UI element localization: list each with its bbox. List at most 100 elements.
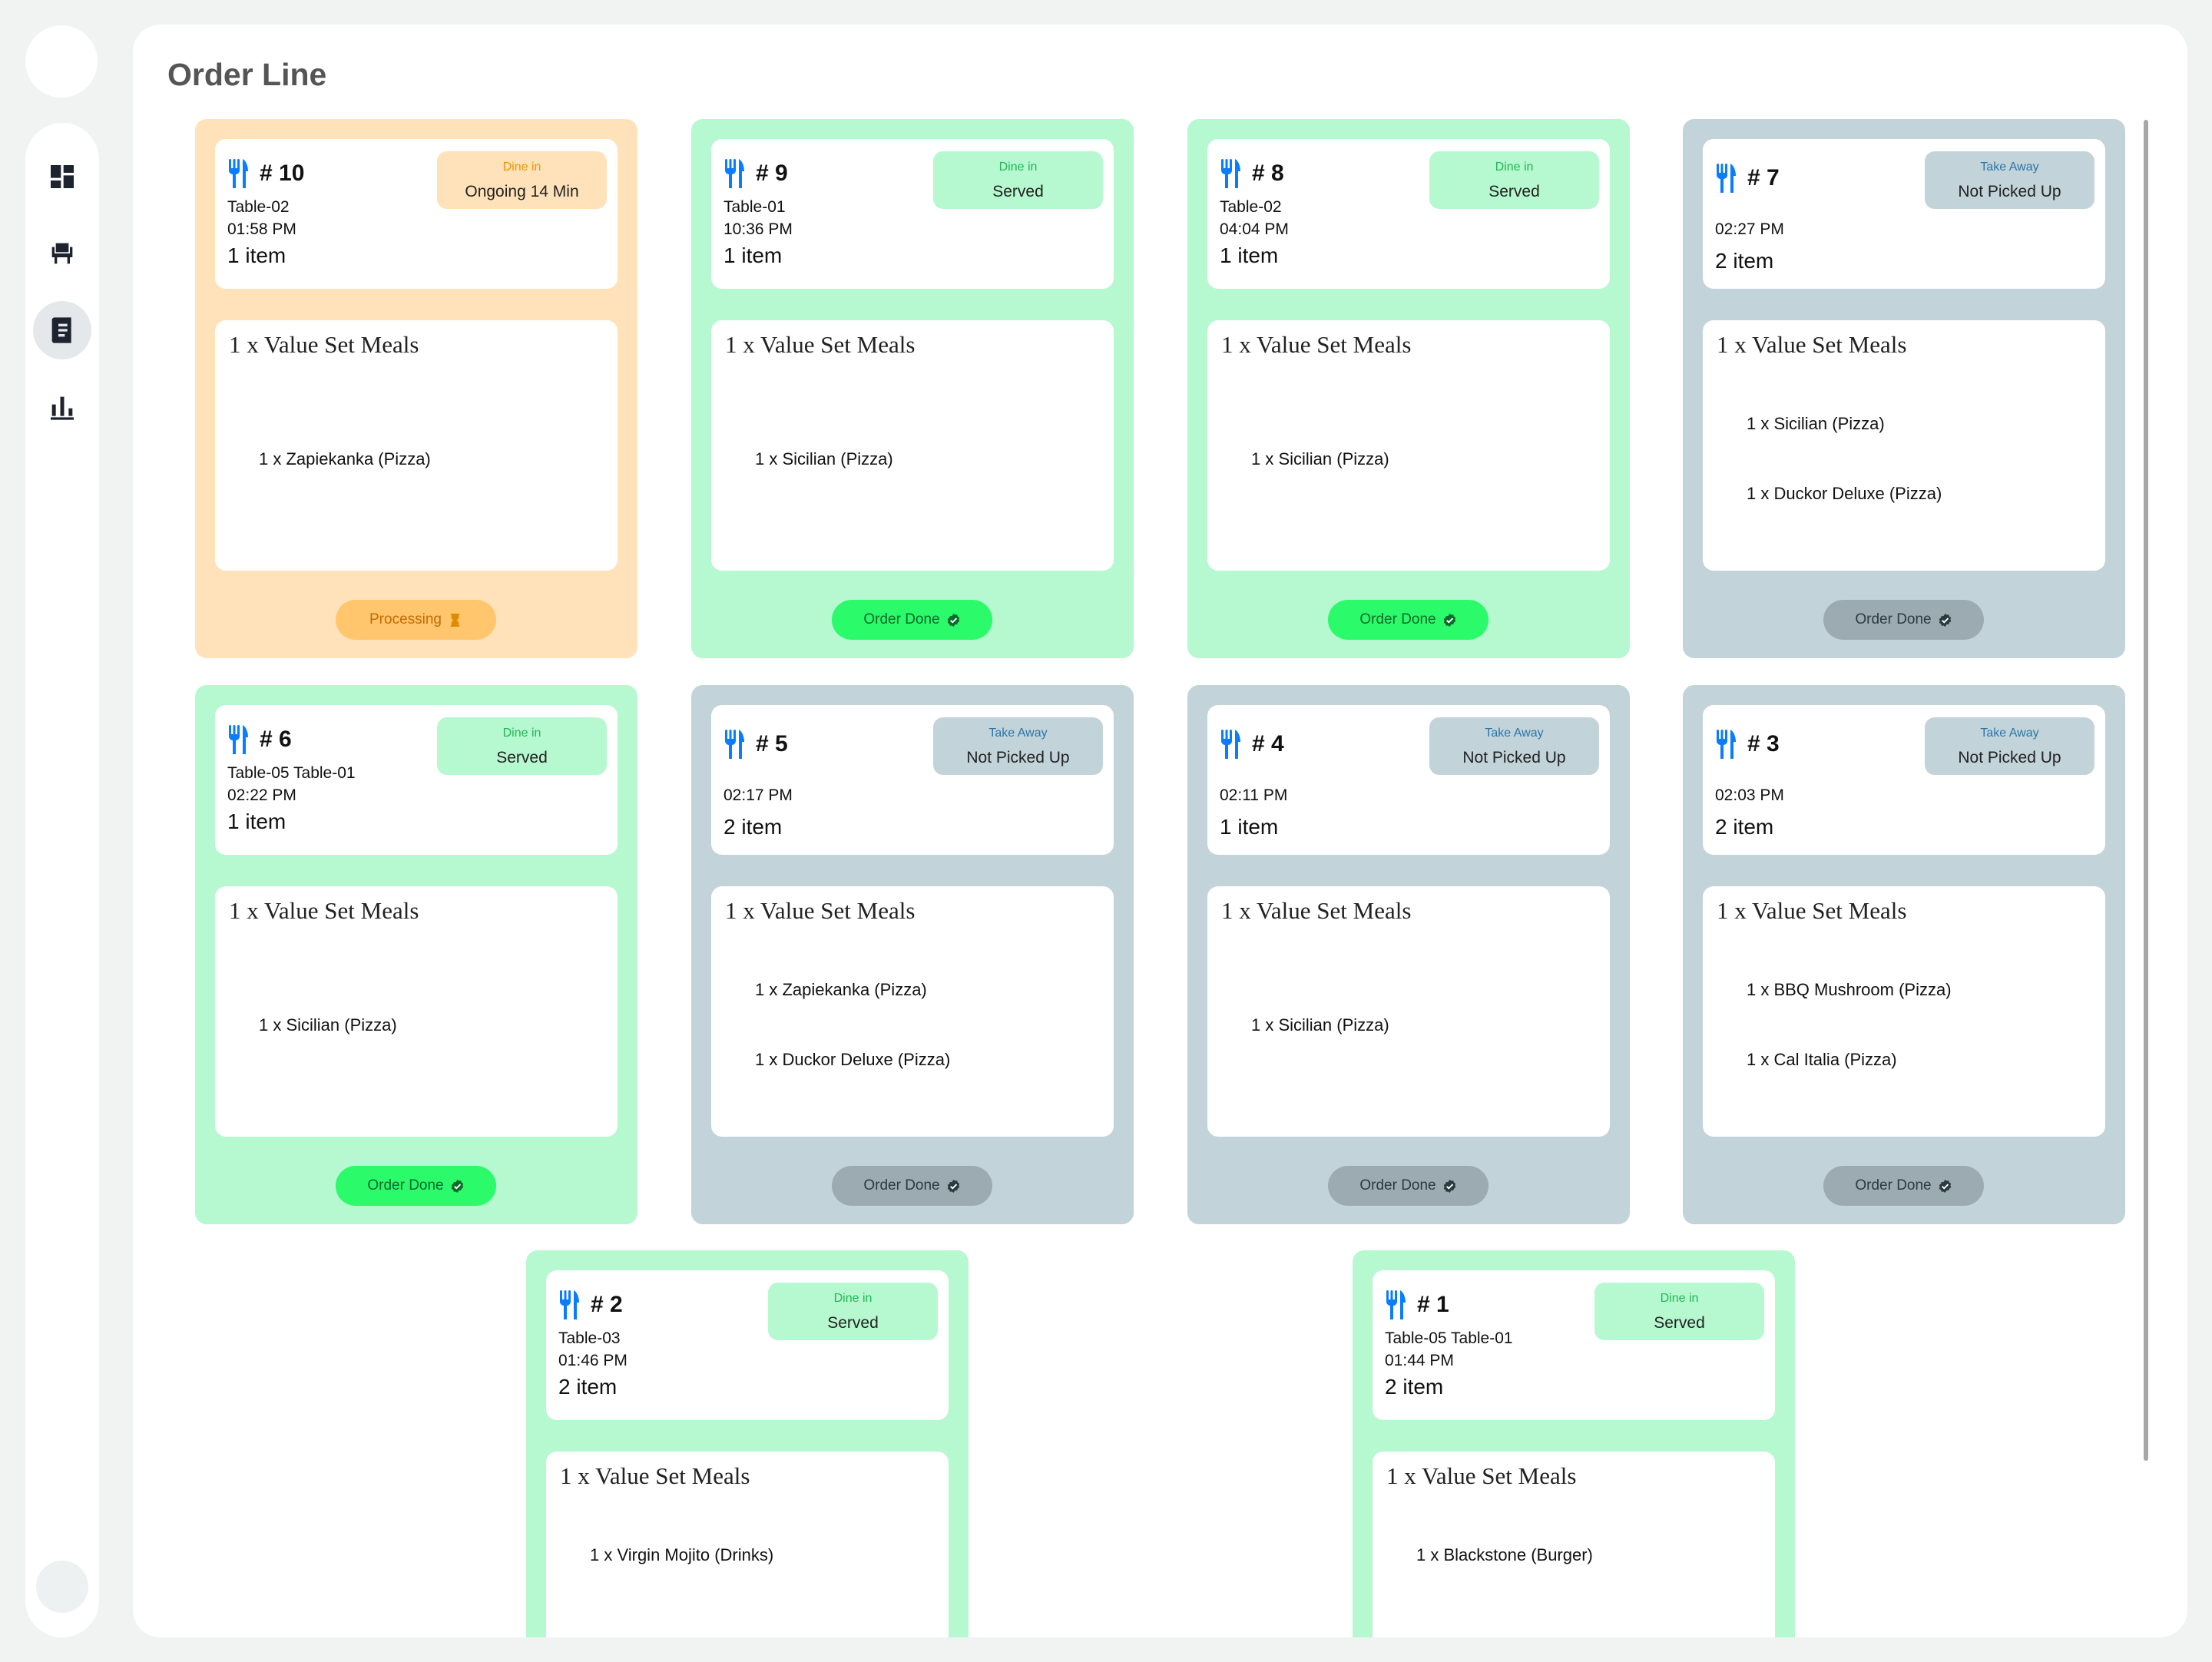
order-header: # 2 Table-03 01:46 PM 2 item Dine in Ser…: [546, 1270, 949, 1420]
order-action-button[interactable]: Order Done: [1823, 600, 1984, 640]
order-card[interactable]: # 3 02:03 PM 2 item Take Away Not Picked…: [1683, 685, 2125, 1224]
app-logo: [25, 25, 98, 98]
order-action-button[interactable]: Order Done: [832, 600, 992, 640]
order-card[interactable]: # 6 Table-05 Table-01 02:22 PM 1 item Di…: [195, 685, 637, 1224]
check-badge-icon: [450, 1179, 465, 1194]
order-item: 1 x Cal Italia (Pizza): [1747, 1050, 1897, 1069]
item-count: 1 item: [227, 809, 286, 833]
bar-chart-icon: [51, 396, 74, 420]
order-action-label: Order Done: [1855, 611, 1932, 627]
order-action-button[interactable]: Order Done: [1328, 1166, 1488, 1206]
order-status: Not Picked Up: [966, 749, 1070, 766]
table-label: Table-05 Table-01: [227, 764, 356, 782]
order-type: Take Away: [1485, 727, 1544, 740]
order-action-label: Order Done: [1359, 1177, 1436, 1194]
order-card[interactable]: # 10 Table-02 01:58 PM 1 item Dine in On…: [195, 119, 637, 658]
user-avatar[interactable]: [36, 1561, 88, 1613]
order-type: Dine in: [998, 161, 1038, 174]
meal-line: 1 x Value Set Meals: [1717, 897, 1907, 924]
order-status: Ongoing 14 Min: [465, 183, 579, 200]
order-status-badge: Take Away Not Picked Up: [1925, 717, 2094, 775]
meal-line: 1 x Value Set Meals: [725, 897, 916, 924]
order-items: 1 x Value Set Meals 1 x Sicilian (Pizza): [1207, 886, 1610, 1137]
order-status: Served: [1654, 1314, 1705, 1332]
order-number: # 2: [558, 1289, 623, 1321]
order-item: 1 x Sicilian (Pizza): [1251, 449, 1389, 468]
order-item: 1 x Zapiekanka (Pizza): [259, 449, 431, 468]
order-type: Dine in: [833, 1292, 873, 1305]
order-card[interactable]: # 1 Table-05 Table-01 01:44 PM 2 item Di…: [1353, 1250, 1795, 1637]
order-action-label: Processing: [369, 611, 442, 627]
order-card[interactable]: # 9 Table-01 10:36 PM 1 item Dine in Ser…: [691, 119, 1134, 658]
order-time: 02:22 PM: [227, 786, 296, 804]
table-label: Table-03: [558, 1329, 621, 1347]
order-action-button[interactable]: Order Done: [336, 1166, 496, 1206]
nav-dashboard[interactable]: [33, 147, 91, 206]
nav-tables[interactable]: [33, 224, 91, 283]
order-items: 1 x Value Set Meals 1 x Zapiekanka (Pizza…: [711, 886, 1114, 1137]
item-count: 2 item: [1715, 815, 1774, 839]
order-header: # 5 02:17 PM 2 item Take Away Not Picked…: [711, 705, 1114, 855]
order-card[interactable]: # 5 02:17 PM 2 item Take Away Not Picked…: [691, 685, 1134, 1224]
order-status-badge: Dine in Served: [437, 717, 607, 775]
order-number: # 6: [227, 723, 292, 756]
order-action-button[interactable]: Order Done: [1328, 600, 1488, 640]
order-status: Not Picked Up: [1958, 183, 2061, 200]
check-badge-icon: [1442, 1179, 1457, 1194]
order-action-label: Order Done: [863, 1177, 940, 1194]
order-status-badge: Take Away Not Picked Up: [933, 717, 1103, 775]
check-badge-icon: [1938, 613, 1952, 627]
check-badge-icon: [1938, 1179, 1952, 1194]
order-card[interactable]: # 4 02:11 PM 1 item Take Away Not Picked…: [1187, 685, 1630, 1224]
item-count: 1 item: [227, 243, 286, 267]
order-status-badge: Take Away Not Picked Up: [1429, 717, 1599, 775]
order-time: 01:46 PM: [558, 1352, 628, 1369]
item-count: 1 item: [1220, 815, 1279, 839]
order-item: 1 x Duckor Deluxe (Pizza): [755, 1050, 951, 1069]
table-label: Table-01: [724, 198, 786, 216]
order-card[interactable]: # 7 02:27 PM 2 item Take Away Not Picked…: [1683, 119, 2125, 658]
meal-line: 1 x Value Set Meals: [1221, 331, 1412, 358]
utensils-icon: [227, 157, 250, 190]
utensils-icon: [1715, 162, 1738, 194]
order-header: # 7 02:27 PM 2 item Take Away Not Picked…: [1703, 139, 2105, 289]
order-item: 1 x Sicilian (Pizza): [1747, 414, 1885, 433]
item-count: 2 item: [1385, 1375, 1444, 1399]
order-number: # 10: [227, 157, 304, 190]
order-header: # 3 02:03 PM 2 item Take Away Not Picked…: [1703, 705, 2105, 855]
order-action-button[interactable]: Order Done: [832, 1166, 992, 1206]
scrollbar[interactable]: [2144, 120, 2148, 1461]
utensils-icon: [1220, 157, 1243, 190]
utensils-icon: [724, 728, 747, 760]
item-count: 2 item: [1715, 249, 1774, 273]
order-status: Served: [496, 749, 548, 766]
order-status-badge: Dine in Served: [768, 1283, 938, 1340]
meal-line: 1 x Value Set Meals: [1386, 1462, 1577, 1489]
item-count: 2 item: [724, 815, 783, 839]
table-chair-icon: [51, 243, 73, 264]
order-item: 1 x BBQ Mushroom (Pizza): [1747, 980, 1952, 999]
order-action-label: Order Done: [863, 611, 940, 627]
order-card[interactable]: # 2 Table-03 01:46 PM 2 item Dine in Ser…: [526, 1250, 969, 1637]
order-number-text: # 4: [1252, 731, 1284, 757]
order-time: 02:03 PM: [1715, 786, 1784, 804]
order-action-button[interactable]: Processing: [336, 600, 496, 640]
order-card[interactable]: # 8 Table-02 04:04 PM 1 item Dine in Ser…: [1187, 119, 1630, 658]
order-card-grid: # 10 Table-02 01:58 PM 1 item Dine in On…: [133, 25, 2187, 1637]
order-item: 1 x Virgin Mojito (Drinks): [590, 1545, 774, 1564]
order-number: # 4: [1220, 728, 1284, 760]
order-action-label: Order Done: [1855, 1177, 1932, 1194]
check-badge-icon: [946, 1179, 961, 1194]
order-number-text: # 6: [260, 727, 292, 752]
item-count: 1 item: [1220, 243, 1279, 267]
nav-orders[interactable]: [33, 301, 91, 359]
item-count: 2 item: [558, 1375, 618, 1399]
order-action-button[interactable]: Order Done: [1823, 1166, 1984, 1206]
item-count: 1 item: [724, 243, 783, 267]
hourglass-icon: [448, 613, 462, 627]
order-items: 1 x Value Set Meals 1 x Sicilian (Pizza): [711, 320, 1114, 571]
order-items: 1 x Value Set Meals 1 x Sicilian (Pizza) 1…: [1703, 320, 2105, 571]
nav-reports[interactable]: [33, 378, 91, 436]
order-items: 1 x Value Set Meals 1 x Sicilian (Pizza): [1207, 320, 1610, 571]
order-time: 10:36 PM: [724, 220, 793, 238]
